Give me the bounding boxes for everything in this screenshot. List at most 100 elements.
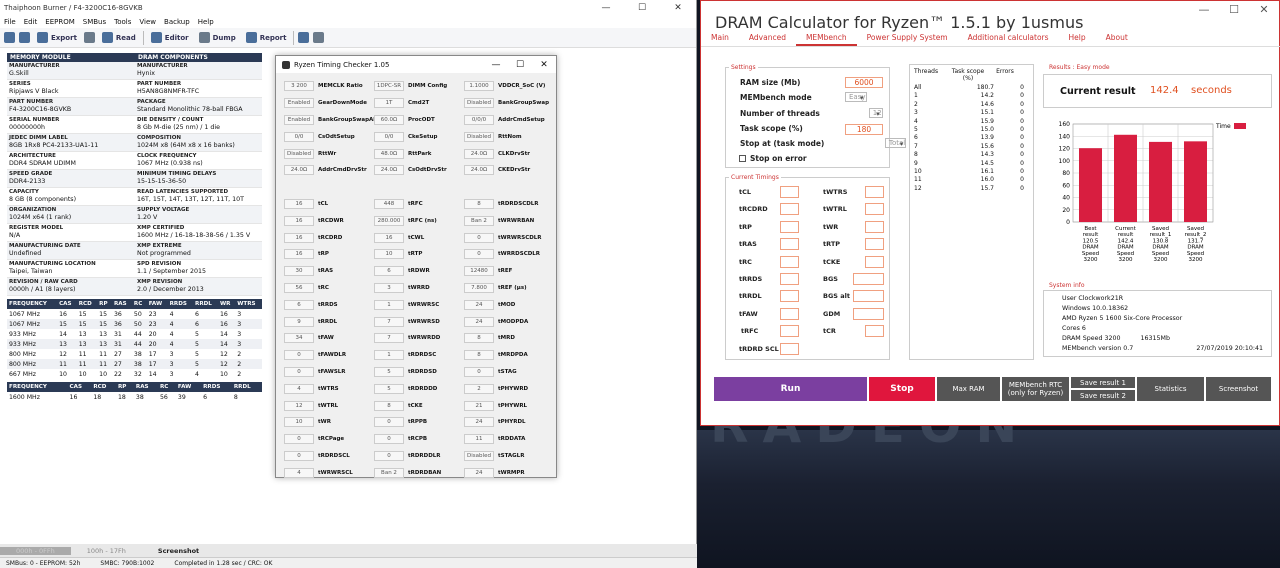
menu-item[interactable]: File	[4, 18, 16, 26]
thread-id: 12	[914, 184, 922, 192]
thread-row: 2 14.6 0	[910, 101, 1033, 109]
minimize-button[interactable]: —	[588, 3, 624, 13]
y-tick-label: 160	[1059, 121, 1071, 128]
category-label: Speed	[1082, 251, 1099, 257]
tab-help[interactable]: Help	[1059, 33, 1096, 46]
spd-field-key: ARCHITECTURE	[9, 153, 56, 159]
save-icon[interactable]	[19, 32, 30, 43]
run-button[interactable]: Run	[714, 377, 867, 401]
table-cell: 933 MHz	[9, 330, 37, 338]
rtc-value: 24	[464, 316, 494, 327]
toolbar-separator	[142, 30, 144, 45]
menu-item[interactable]: Backup	[164, 18, 190, 26]
menu-item[interactable]: EEPROM	[45, 18, 74, 26]
tab-hex-1[interactable]: 100h - 17Fh	[71, 547, 142, 555]
rtc-row: 9 tRRDL 7 tWRWRSD 24 tMODPDA	[276, 313, 556, 330]
y-tick-label: 100	[1059, 158, 1071, 165]
menu-item[interactable]: Help	[198, 18, 214, 26]
sysinfo-box: User Clockwork21R Windows 10.0.18362 AMD…	[1043, 290, 1272, 357]
rtc-value: 8	[374, 400, 404, 411]
tab-about[interactable]: About	[1096, 33, 1138, 46]
thread-errors: 0	[1020, 84, 1024, 91]
table-cell: 933 MHz	[7, 339, 58, 349]
maximize-button[interactable]: ☐	[624, 3, 660, 13]
report-button[interactable]: Report	[243, 32, 290, 43]
rtc-label: tRAS	[318, 268, 334, 275]
save-result-1-button[interactable]: Save result 1	[1071, 377, 1135, 388]
rtc-minimize-button[interactable]: —	[484, 60, 508, 70]
column-header: RRDS	[167, 299, 194, 309]
rtc-value: 16	[284, 249, 314, 260]
rtc-value: 10	[284, 417, 314, 428]
table-cell: 50	[131, 319, 147, 329]
thread-errors: 0	[1020, 159, 1024, 167]
spd-field: MINIMUM TIMING DELAYS 15-15-15-36-50	[135, 170, 262, 188]
tab-advanced[interactable]: Advanced	[739, 33, 796, 46]
max-ram-button[interactable]: Max RAM	[937, 377, 1000, 401]
tab-power-supply-system[interactable]: Power Supply System	[857, 33, 958, 46]
spd-field-key: PART NUMBER	[9, 99, 54, 105]
table-cell: 16	[59, 310, 67, 318]
export-button[interactable]: Export	[34, 32, 80, 43]
mode-select[interactable]: Easy	[845, 92, 867, 102]
rtc-label: tMOD	[498, 301, 516, 308]
stop-at-select[interactable]: Total	[884, 138, 907, 148]
tab-membench[interactable]: MEMbench	[795, 33, 857, 46]
menu-item[interactable]: Tools	[114, 18, 131, 26]
screenshot-button[interactable]: Screenshot	[1206, 377, 1271, 401]
spd-field: REVISION / RAW CARD 0000h / A1 (8 layers)	[7, 278, 135, 296]
category-label: result_1	[1150, 232, 1172, 238]
dc-minimize-button[interactable]: —	[1189, 1, 1219, 19]
save-result-2-button[interactable]: Save result 2	[1071, 390, 1135, 401]
statistics-button[interactable]: Statistics	[1137, 377, 1204, 401]
rtc-label: Cmd2T	[408, 100, 430, 107]
rtc-value: 280.000	[374, 215, 404, 226]
spd-field-value: 1.1 / September 2015	[137, 268, 206, 275]
thread-scope: 15.9	[980, 117, 994, 125]
spd-field-key: PACKAGE	[137, 99, 166, 105]
rtc-title: Ryzen Timing Checker 1.05	[294, 60, 390, 69]
rtc-value: 6	[374, 266, 404, 277]
open-icon[interactable]	[4, 32, 15, 43]
membench-rtc-button[interactable]: MEMbench RTC (only for Ryzen)	[1002, 377, 1069, 401]
rtc-close-button[interactable]: ✕	[532, 60, 556, 70]
rtc-value: 10	[374, 249, 404, 260]
thread-scope: 15.7	[980, 184, 994, 192]
table-cell: 13	[57, 339, 77, 349]
close-button[interactable]: ✕	[660, 3, 696, 13]
dump-button[interactable]: Dump	[196, 32, 239, 43]
menu-item[interactable]: Edit	[24, 18, 38, 26]
tab-additional-calculators[interactable]: Additional calculators	[958, 33, 1059, 46]
lock-icon[interactable]	[83, 32, 95, 43]
settings-icon[interactable]	[298, 32, 310, 43]
tab-screenshot[interactable]: Screenshot	[142, 547, 215, 555]
thread-errors: 0	[1020, 184, 1024, 192]
refresh-icon[interactable]	[313, 32, 325, 43]
stop-button[interactable]: Stop	[869, 377, 935, 401]
read-button[interactable]: Read	[99, 32, 139, 43]
editor-button[interactable]: Editor	[148, 32, 192, 43]
threads-select[interactable]: 12	[868, 108, 883, 118]
y-tick-label: 80	[1062, 170, 1070, 177]
menu-item[interactable]: View	[139, 18, 156, 26]
stop-on-error-checkbox[interactable]	[739, 155, 746, 162]
category-label: 130.8	[1153, 238, 1169, 244]
dc-close-button[interactable]: ✕	[1249, 1, 1279, 19]
tab-hex-0[interactable]: 000h - 0FFh	[0, 546, 71, 555]
rtc-label: VDDCR_SoC (V)	[498, 83, 546, 90]
settings-label: Settings	[729, 64, 758, 71]
rtc-label: tWRWRSD	[408, 318, 440, 325]
scope-input[interactable]: 180	[845, 124, 883, 135]
rtc-maximize-button[interactable]: ☐	[508, 60, 532, 70]
status-bar: SMBus: 0 - EEPROM: 52h SMBC: 790B:1002 C…	[0, 557, 697, 568]
menu-item[interactable]: SMBus	[83, 18, 106, 26]
category-label: Saved	[1152, 226, 1169, 232]
rtc-label: RttPark	[408, 150, 432, 157]
rtc-label: CsOdtSetup	[318, 133, 355, 140]
timing-label: tFAW	[739, 309, 758, 318]
ram-size-input[interactable]: 6000	[845, 77, 883, 88]
dc-maximize-button[interactable]: ☐	[1219, 1, 1249, 19]
tab-main[interactable]: Main	[701, 33, 739, 46]
thread-row: 4 15.9 0	[910, 118, 1033, 126]
thread-id: All	[914, 84, 922, 91]
